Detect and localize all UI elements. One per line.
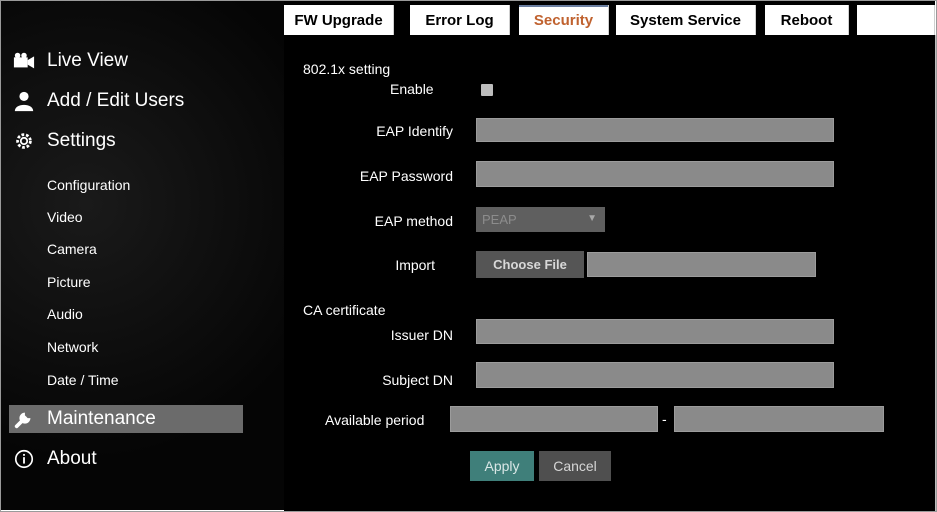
sidebar-item-label: Settings	[47, 130, 116, 151]
sidebar-item-maintenance[interactable]: Maintenance	[11, 405, 156, 433]
import-label: Import	[395, 257, 435, 273]
sidebar-item-about[interactable]: About	[11, 445, 97, 473]
ca-certificate-heading: CA certificate	[303, 302, 386, 318]
eap-identify-input[interactable]	[476, 118, 834, 142]
subject-dn-input[interactable]	[476, 362, 834, 388]
eap-method-select[interactable]: PEAP ▼	[476, 207, 605, 232]
section-8021x-heading: 802.1x setting	[303, 61, 391, 77]
chevron-down-icon: ▼	[587, 213, 597, 224]
import-file-path-field	[587, 252, 816, 277]
available-period-start-input[interactable]	[450, 406, 658, 432]
video-camera-icon	[11, 48, 37, 74]
eap-password-label: EAP Password	[359, 168, 453, 184]
sidebar-subitem-audio[interactable]: Audio	[47, 306, 83, 322]
sidebar-subitem-configuration[interactable]: Configuration	[47, 177, 130, 193]
sidebar-item-settings[interactable]: Settings	[11, 127, 116, 155]
sidebar-subitem-video[interactable]: Video	[47, 209, 83, 225]
choose-file-button[interactable]: Choose File	[476, 251, 584, 278]
wrench-icon	[11, 406, 37, 432]
user-icon	[11, 88, 37, 114]
sidebar-item-label: Add / Edit Users	[47, 90, 185, 111]
period-separator: -	[662, 411, 667, 427]
eap-identify-label: EAP Identify	[376, 123, 453, 139]
sidebar-item-live-view[interactable]: Live View	[11, 47, 128, 75]
tab-security[interactable]: Security	[519, 5, 609, 35]
sidebar-subitem-picture[interactable]: Picture	[47, 274, 91, 290]
eap-password-input[interactable]	[476, 161, 834, 187]
available-period-end-input[interactable]	[674, 406, 884, 432]
available-period-label: Available period	[325, 412, 425, 428]
sidebar-item-label: About	[47, 448, 97, 469]
tab-fw-upgrade[interactable]: FW Upgrade	[284, 5, 394, 35]
subject-dn-label: Subject DN	[382, 372, 453, 388]
eap-method-value: PEAP	[482, 212, 517, 227]
sidebar-subitem-date-time[interactable]: Date / Time	[47, 372, 119, 388]
issuer-dn-input[interactable]	[476, 319, 834, 344]
sidebar: Live View Add / Edit Users Settings Conf…	[1, 1, 284, 510]
sidebar-subitem-network[interactable]: Network	[47, 339, 98, 355]
tab-reboot[interactable]: Reboot	[765, 5, 849, 35]
eap-method-label: EAP method	[374, 213, 453, 229]
gear-icon	[11, 128, 37, 154]
tab-empty	[857, 5, 935, 35]
sidebar-item-label: Maintenance	[47, 408, 156, 429]
cancel-button[interactable]: Cancel	[539, 451, 611, 481]
info-icon	[11, 446, 37, 472]
sidebar-item-label: Live View	[47, 50, 128, 71]
tab-error-log[interactable]: Error Log	[410, 5, 510, 35]
sidebar-item-users[interactable]: Add / Edit Users	[11, 87, 184, 115]
issuer-dn-label: Issuer DN	[390, 327, 453, 343]
tab-bar: FW Upgrade Error Log Security System Ser…	[284, 1, 935, 35]
enable-checkbox[interactable]	[481, 84, 493, 96]
enable-label: Enable	[390, 81, 434, 97]
tab-system-service[interactable]: System Service	[616, 5, 756, 35]
apply-button[interactable]: Apply	[470, 451, 534, 481]
sidebar-subitem-camera[interactable]: Camera	[47, 241, 97, 257]
